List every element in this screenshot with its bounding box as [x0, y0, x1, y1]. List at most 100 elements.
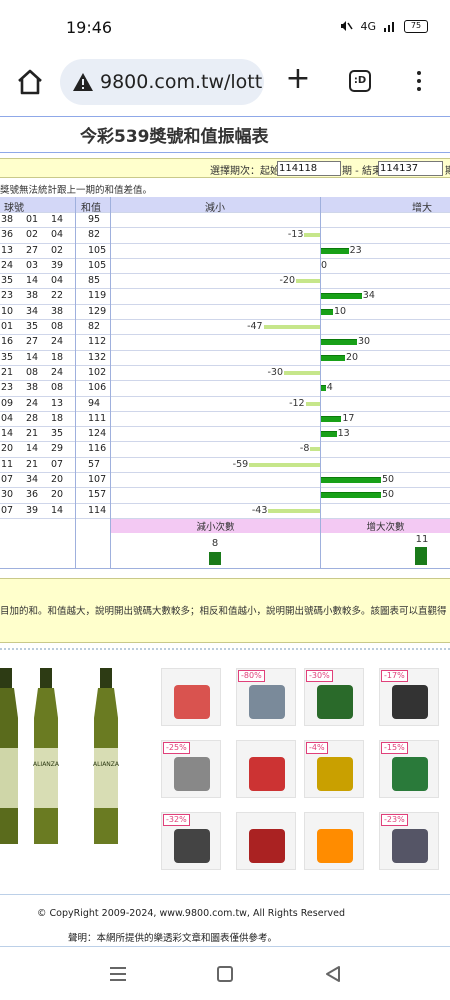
diff-label: -59 [232, 458, 249, 470]
ball-2-cell: 14 [26, 351, 39, 363]
sum-cell: 57 [88, 458, 101, 470]
ball-1-cell: 36 [1, 229, 14, 241]
product-image [249, 829, 285, 863]
ball-2-cell: 02 [26, 229, 39, 241]
table-row: 09 24 13 94 -12 [0, 397, 450, 412]
count-row: 減小次數 增大次數 8 11 [0, 518, 450, 569]
product-image [392, 685, 428, 719]
table-row: 10 34 38 129 10 [0, 305, 450, 321]
table-row: 04 28 18 111 17 [0, 412, 450, 428]
diff-label: 17 [342, 412, 355, 424]
recent-apps-button[interactable] [110, 967, 126, 981]
network-icon: 4G [360, 19, 376, 33]
product-tile[interactable]: -30% [304, 668, 364, 726]
column-divider [320, 197, 321, 569]
product-image [392, 829, 428, 863]
product-tile[interactable] [161, 668, 221, 726]
more-menu-button[interactable] [412, 68, 426, 96]
sum-cell: 94 [88, 397, 101, 409]
home-button[interactable] [217, 966, 233, 982]
diff-label: -47 [247, 321, 263, 333]
product-tile[interactable] [236, 740, 296, 798]
product-tile[interactable]: -15% [379, 740, 439, 798]
ball-1-cell: 16 [1, 336, 14, 348]
tab-switcher-button[interactable]: :D [349, 70, 371, 92]
decrease-bar [263, 325, 320, 330]
increase-bar [321, 415, 342, 422]
back-button[interactable] [324, 965, 342, 983]
ball-3-cell: 04 [51, 275, 64, 287]
increase-count-bar [415, 547, 427, 565]
decrease-bar [304, 233, 320, 238]
ad-banner[interactable]: ALIANZA ALIANZA -80% -30% -17% -25% -4% -15% -… [0, 648, 450, 896]
discount-badge: -4% [306, 742, 328, 754]
ball-3-cell: 08 [51, 382, 64, 394]
divider [0, 946, 450, 947]
home-icon[interactable] [14, 66, 46, 98]
diff-label: 50 [382, 489, 395, 501]
sum-cell: 114 [88, 504, 107, 516]
ball-1-cell: 24 [1, 259, 14, 271]
product-tile[interactable]: -17% [379, 668, 439, 726]
ball-2-cell: 08 [26, 366, 39, 378]
ball-1-cell: 07 [1, 474, 14, 486]
sum-cell: 105 [88, 259, 107, 271]
sum-cell: 129 [88, 305, 107, 317]
ball-1-cell: 01 [1, 321, 14, 333]
diff-label: 20 [346, 351, 359, 363]
product-image [174, 685, 210, 719]
ball-3-cell: 14 [51, 214, 64, 225]
header-decrease: 減小 [205, 203, 225, 214]
product-image [174, 829, 210, 863]
browser-toolbar: 9800.com.tw/lott + :D [0, 56, 450, 108]
diff-label: 13 [337, 428, 350, 440]
new-tab-button[interactable]: + [284, 64, 312, 94]
ball-2-cell: 27 [26, 244, 39, 256]
sum-cell: 95 [88, 214, 101, 225]
disclaimer-text: 聲明：本網所提供的樂透彩文章和圖表僅供參考。 [68, 933, 278, 944]
diff-label: 34 [362, 290, 375, 302]
ball-1-cell: 14 [1, 428, 14, 440]
address-bar[interactable]: 9800.com.tw/lott [60, 59, 264, 105]
ball-1-cell: 35 [1, 351, 14, 363]
product-image [317, 685, 353, 719]
ball-2-cell: 03 [26, 259, 39, 271]
product-tile[interactable] [236, 812, 296, 870]
ball-3-cell: 13 [51, 397, 64, 409]
product-tile[interactable]: -25% [161, 740, 221, 798]
product-tile[interactable]: -80% [236, 668, 296, 726]
table-header: 球號 和值 減小 增大 [0, 197, 450, 214]
table-row: 35 14 18 132 20 [0, 351, 450, 366]
diff-label: 30 [358, 336, 371, 348]
product-tile[interactable] [304, 812, 364, 870]
status-bar: 19:46 4G 75 [0, 0, 450, 56]
product-tile[interactable]: -23% [379, 812, 439, 870]
note-text: 獎號無法統計跟上一期的和值差值。 [0, 185, 153, 196]
product-tile[interactable]: -32% [161, 812, 221, 870]
table-row: 07 34 20 107 50 [0, 473, 450, 489]
increase-bar [321, 293, 362, 300]
bottle-brand: ALIANZA [33, 761, 60, 768]
product-tile[interactable]: -4% [304, 740, 364, 798]
amplitude-table: 球號 和值 減小 增大 38 01 14 95 36 02 04 82 -13 13 27 02 105… [0, 197, 450, 569]
period-start-input[interactable]: 114118 [277, 161, 341, 176]
table-row: 38 01 14 95 [0, 213, 450, 229]
increase-bar [321, 308, 333, 315]
sum-cell: 157 [88, 489, 107, 501]
period-end-input[interactable]: 114137 [378, 161, 443, 176]
period-selector: 選擇期次：起始 114118 期 - 結束 114137 期 [0, 158, 450, 178]
table-row: 14 21 35 124 13 [0, 427, 450, 443]
ball-1-cell: 23 [1, 382, 14, 394]
ball-3-cell: 24 [51, 366, 64, 378]
ball-2-cell: 36 [26, 489, 39, 501]
copyright-text: © CopyRight 2009-2024, www.9800.com.tw, … [37, 908, 345, 919]
header-balls: 球號 [4, 203, 24, 214]
sum-cell: 124 [88, 428, 107, 440]
increase-bar [321, 339, 357, 346]
diff-label: 0 [321, 259, 328, 271]
table-row: 36 02 04 82 -13 [0, 228, 450, 244]
increase-bar [321, 431, 337, 438]
sum-cell: 102 [88, 366, 107, 378]
sum-cell: 106 [88, 382, 107, 394]
ball-2-cell: 01 [26, 214, 39, 225]
